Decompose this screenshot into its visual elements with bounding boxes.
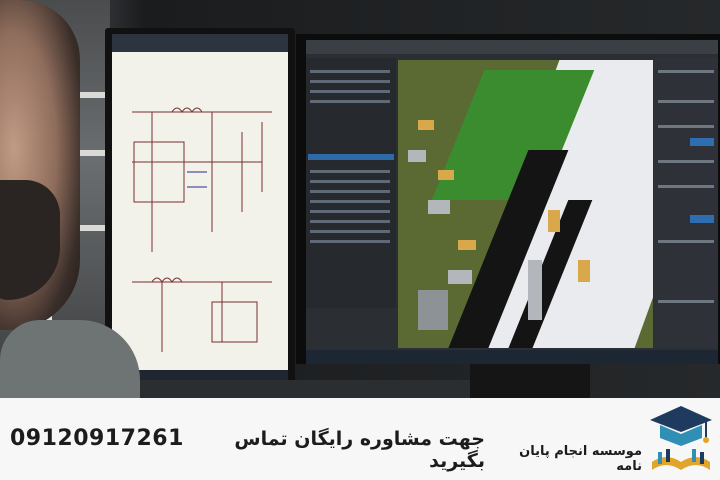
component bbox=[428, 200, 450, 214]
tree-row bbox=[310, 180, 390, 183]
schematic-sheet bbox=[112, 52, 288, 370]
call-to-action-text: جهت مشاوره رایگان تماس بگیرید bbox=[234, 428, 485, 472]
property-row bbox=[658, 185, 714, 188]
brand-name: موسسه انجام پایان نامه bbox=[519, 444, 642, 474]
tree-row bbox=[310, 100, 390, 103]
tree-row bbox=[310, 240, 390, 243]
schematic-drawing bbox=[132, 107, 272, 352]
component bbox=[528, 260, 542, 320]
property-row bbox=[658, 300, 714, 303]
schematic-toolbar bbox=[112, 34, 288, 52]
tree-row bbox=[310, 170, 390, 173]
right-taskbar bbox=[306, 350, 718, 364]
property-field bbox=[690, 138, 714, 146]
component bbox=[458, 240, 476, 250]
tree-row bbox=[310, 210, 390, 213]
component bbox=[418, 290, 448, 330]
tree-row bbox=[310, 80, 390, 83]
property-row bbox=[658, 240, 714, 243]
project-panel bbox=[306, 58, 396, 308]
property-row bbox=[658, 125, 714, 128]
component bbox=[578, 260, 590, 282]
editor-menubar bbox=[306, 40, 718, 54]
property-row bbox=[658, 70, 714, 73]
component bbox=[548, 210, 560, 232]
tree-row bbox=[310, 230, 390, 233]
property-field bbox=[690, 215, 714, 223]
component bbox=[408, 150, 426, 162]
pcb-3d-view bbox=[398, 60, 653, 348]
graduation-cap-logo-icon bbox=[646, 402, 716, 476]
property-row bbox=[658, 100, 714, 103]
property-row bbox=[658, 160, 714, 163]
keyboard bbox=[140, 380, 470, 398]
monitor-stand bbox=[470, 364, 590, 398]
tree-row bbox=[310, 70, 390, 73]
tree-row bbox=[310, 200, 390, 203]
component bbox=[438, 170, 454, 180]
tree-row bbox=[310, 90, 390, 93]
component bbox=[418, 120, 434, 130]
component bbox=[448, 270, 472, 284]
phone-number[interactable]: 09120917261 bbox=[10, 426, 183, 456]
tree-row-selected bbox=[308, 154, 394, 160]
tree-row bbox=[310, 190, 390, 193]
tree-row bbox=[310, 220, 390, 223]
background-photo bbox=[0, 0, 720, 398]
